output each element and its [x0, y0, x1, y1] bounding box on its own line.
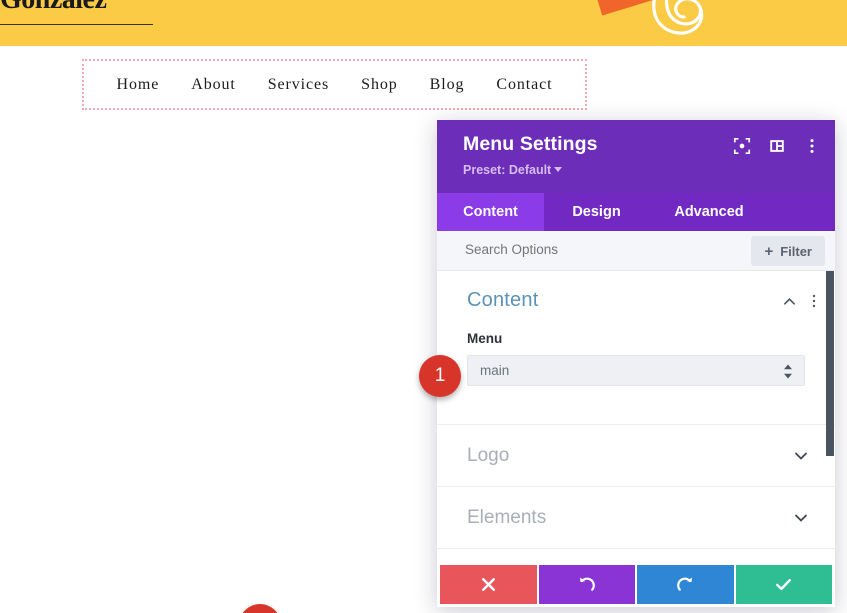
- logo-underline: [0, 24, 153, 25]
- focus-icon[interactable]: [733, 137, 751, 155]
- field-menu-label: Menu: [467, 331, 503, 346]
- tab-design[interactable]: Design: [544, 193, 649, 231]
- chevron-down-icon: [554, 167, 563, 172]
- undo-icon: [580, 577, 596, 591]
- modal-body: Content Menu main Logo Elements: [437, 271, 835, 562]
- section-elements-title: Elements: [467, 506, 547, 528]
- undo-button[interactable]: [538, 565, 635, 604]
- close-icon: [481, 577, 495, 592]
- page-title: Menu Settings: [463, 133, 598, 155]
- section-logo[interactable]: Logo: [437, 425, 835, 486]
- redo-button[interactable]: [637, 565, 734, 604]
- callout-badge-1-number: 1: [434, 365, 446, 386]
- section-content: Content Menu main: [437, 271, 835, 424]
- plus-icon: +: [764, 242, 774, 260]
- nav-item-blog[interactable]: Blog: [430, 76, 465, 94]
- screenshot-root: Gonzalez Home About Services Shop Blog C…: [0, 0, 847, 613]
- select-stepper-icon: [784, 364, 792, 379]
- preset-selector[interactable]: Preset: Default: [463, 163, 563, 177]
- header-decoration: [595, 0, 775, 46]
- chevron-down-icon[interactable]: [793, 448, 809, 464]
- field-menu: Menu main: [437, 323, 835, 386]
- nav-item-home[interactable]: Home: [117, 76, 160, 94]
- section-content-header[interactable]: Content: [437, 289, 835, 323]
- section-logo-title: Logo: [467, 444, 510, 466]
- section-content-actions: [782, 293, 821, 309]
- chevron-up-icon[interactable]: [782, 294, 797, 309]
- save-button[interactable]: [735, 565, 832, 604]
- swirl-graphic-icon: [652, 0, 704, 35]
- modal-tabs: Content Design Advanced: [437, 193, 835, 231]
- search-input[interactable]: [465, 242, 765, 257]
- modal-header: Menu Settings Preset: Default: [437, 120, 835, 193]
- preset-label: Preset: Default: [463, 163, 552, 177]
- modal-header-actions: [733, 137, 821, 155]
- modal-footer: [437, 562, 835, 607]
- section-divider: [437, 548, 835, 549]
- scrollbar-thumb[interactable]: [826, 271, 834, 456]
- tab-content[interactable]: Content: [437, 193, 544, 231]
- nav-item-contact[interactable]: Contact: [496, 76, 552, 94]
- layout-panel-icon[interactable]: [768, 137, 786, 155]
- modal-scrollbar[interactable]: [826, 271, 835, 562]
- callout-badge-1: 1: [419, 355, 461, 397]
- section-more-options-icon[interactable]: [807, 293, 821, 309]
- site-navigation-module[interactable]: Home About Services Shop Blog Contact: [82, 59, 587, 110]
- chevron-down-icon[interactable]: [793, 510, 809, 526]
- site-logo-text: Gonzalez: [0, 0, 107, 16]
- menu-select-value: main: [480, 363, 510, 378]
- nav-list: Home About Services Shop Blog Contact: [84, 61, 585, 108]
- nav-item-shop[interactable]: Shop: [361, 76, 398, 94]
- site-header: Gonzalez: [0, 0, 847, 46]
- menu-settings-modal: Menu Settings Preset: Default Content De…: [437, 120, 835, 607]
- tab-advanced[interactable]: Advanced: [649, 193, 769, 231]
- filter-button-label: Filter: [780, 243, 812, 259]
- filter-button[interactable]: + Filter: [751, 236, 825, 266]
- check-icon: [776, 578, 792, 591]
- nav-item-services[interactable]: Services: [268, 76, 329, 94]
- search-bar: + Filter: [437, 231, 835, 271]
- nav-item-about[interactable]: About: [191, 76, 236, 94]
- redo-icon: [676, 577, 692, 591]
- menu-select[interactable]: main: [467, 355, 805, 386]
- more-options-icon[interactable]: [803, 137, 821, 155]
- section-elements[interactable]: Elements: [437, 487, 835, 548]
- section-content-title: Content: [467, 289, 539, 311]
- cancel-button[interactable]: [440, 565, 537, 604]
- callout-badge-partial: [239, 604, 281, 613]
- field-spacer: [437, 386, 835, 424]
